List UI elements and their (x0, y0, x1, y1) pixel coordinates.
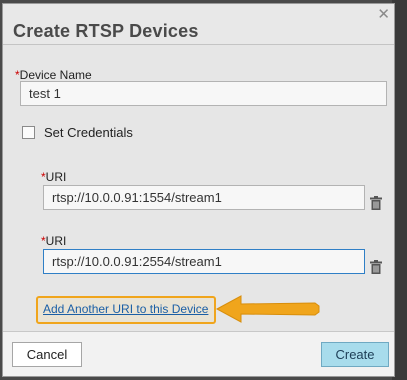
dialog-title: Create RTSP Devices (13, 21, 199, 41)
close-icon[interactable]: ✕ (377, 7, 390, 22)
dialog-footer: Cancel Create (3, 331, 394, 376)
add-another-uri-link[interactable]: Add Another URI to this Device (43, 302, 208, 316)
uri-label-group-1: *URI (41, 168, 66, 186)
create-rtsp-devices-dialog: Create RTSP Devices ✕ *Device Name Set C… (2, 3, 395, 377)
trash-icon[interactable] (370, 196, 382, 210)
trash-icon[interactable] (370, 260, 382, 274)
dialog-body: *Device Name Set Credentials *URI *URI (3, 45, 394, 331)
uri-label: URI (45, 234, 67, 248)
dialog-titlebar: Create RTSP Devices ✕ (3, 4, 394, 45)
uri-label: URI (45, 170, 67, 184)
device-name-input[interactable] (20, 81, 387, 106)
create-button[interactable]: Create (321, 342, 389, 367)
device-name-label: Device Name (19, 68, 92, 82)
uri-label-group-2: *URI (41, 232, 66, 250)
cancel-button[interactable]: Cancel (12, 342, 82, 367)
uri-input-1[interactable] (43, 185, 365, 210)
set-credentials-label: Set Credentials (44, 125, 133, 140)
callout-arrow-icon (215, 295, 320, 323)
uri-input-2[interactable] (43, 249, 365, 274)
set-credentials-checkbox[interactable] (22, 126, 35, 139)
